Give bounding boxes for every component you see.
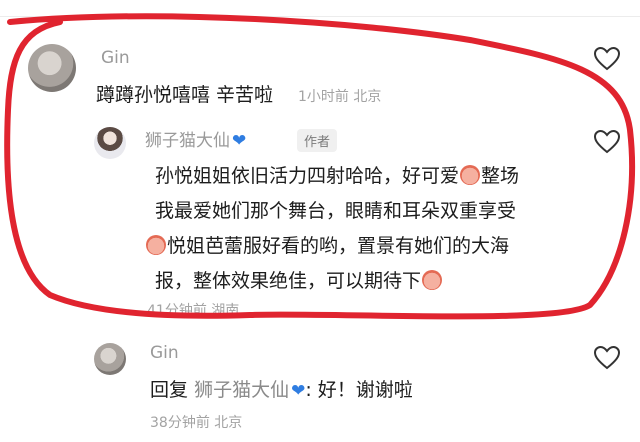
- reply-line-text: 报，整体效果绝佳，可以期待下: [155, 270, 422, 292]
- reply-username[interactable]: 狮子猫大仙 ❤: [145, 126, 246, 151]
- reply-line: 报，整体效果绝佳，可以期待下: [155, 264, 585, 299]
- reply-text: 回复 狮子猫大仙 ❤: 好！谢谢啦: [150, 375, 413, 402]
- reply-body: : 好！谢谢啦: [305, 379, 413, 401]
- reply-prefix: 回复: [150, 379, 189, 401]
- reply-username-text: 狮子猫大仙: [145, 131, 230, 151]
- emoji-icon: [422, 270, 443, 290]
- reply-target-user[interactable]: 狮子猫大仙 ❤: [194, 379, 305, 401]
- reply-username[interactable]: Gin: [150, 343, 179, 363]
- reply-text: 孙悦姐姐依旧活力四射哈哈，好可爱 整场 我最爱她们那个舞台，眼睛和耳朵双重享受 悦…: [146, 159, 585, 299]
- reply-line-text: 悦姐芭蕾服好看的哟，置景有她们的大海: [167, 235, 510, 257]
- reply-line: 孙悦姐姐依旧活力四射哈哈，好可爱 整场: [155, 159, 585, 194]
- reply-meta: 41分钟前 湖南: [147, 303, 240, 319]
- like-heart-icon[interactable]: [593, 129, 621, 155]
- reply-meta: 38分钟前 北京: [150, 415, 243, 431]
- avatar[interactable]: [28, 44, 76, 92]
- avatar[interactable]: [94, 127, 126, 159]
- blue-heart-icon: ❤: [291, 381, 306, 401]
- emoji-icon: [460, 165, 481, 185]
- comment-username[interactable]: Gin: [101, 48, 130, 68]
- avatar[interactable]: [94, 343, 126, 375]
- author-badge: 作者: [297, 129, 338, 152]
- like-heart-icon[interactable]: [593, 345, 621, 371]
- like-heart-icon[interactable]: [593, 46, 621, 72]
- emoji-icon: [146, 235, 166, 255]
- reply-line-text: 孙悦姐姐依旧活力四射哈哈，好可爱: [155, 165, 460, 187]
- blue-heart-icon: ❤: [232, 131, 247, 151]
- reply-line: 悦姐芭蕾服好看的哟，置景有她们的大海: [145, 229, 585, 264]
- reply-target-text: 狮子猫大仙: [194, 379, 290, 401]
- reply-line-text: 整场: [481, 165, 520, 187]
- reply-line: 我最爱她们那个舞台，眼睛和耳朵双重享受: [155, 200, 517, 222]
- comment-text: 蹲蹲孙悦嘻嘻 辛苦啦: [96, 84, 274, 106]
- top-divider: [0, 16, 640, 17]
- comment-meta: 1小时前 北京: [298, 89, 382, 105]
